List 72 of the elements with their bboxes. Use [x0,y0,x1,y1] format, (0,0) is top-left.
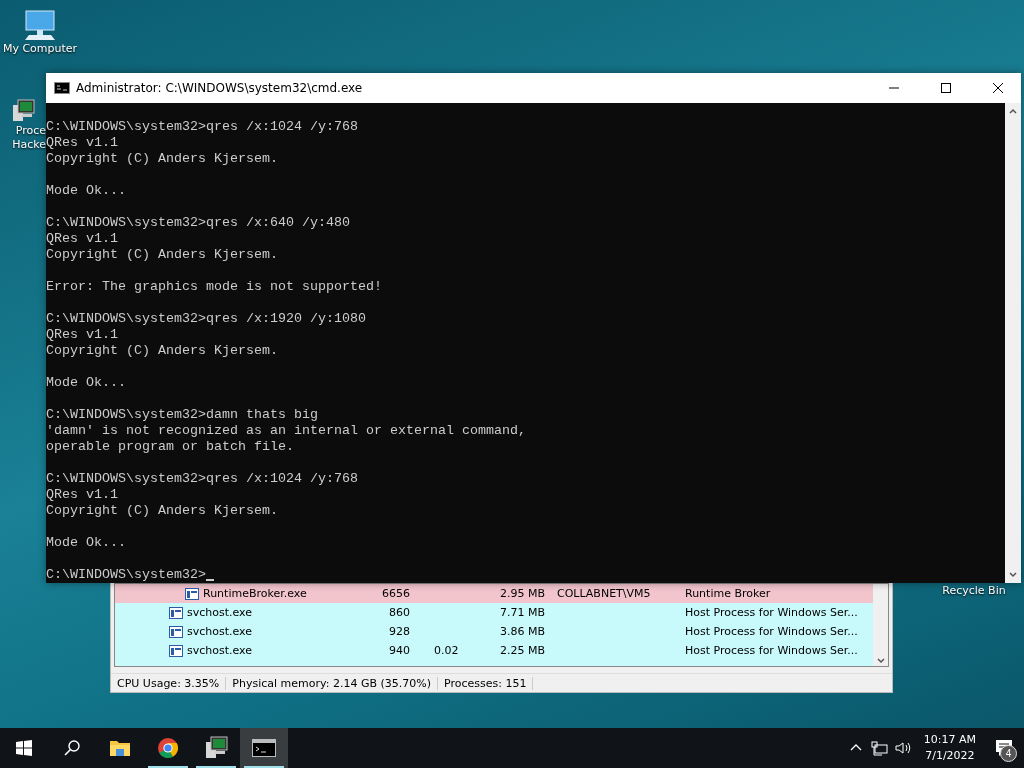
memory-cell-text: 2.95 MB [498,587,545,600]
icon-label: My Computer [2,42,78,56]
console-line: Error: The graphics mode is not supported! [46,279,383,295]
console-icon [54,82,70,94]
icon-label: Recycle Bin [942,584,1006,598]
console-line: QRes v1.1 [46,487,119,503]
description-cell-text: Host Process for Windows Ser... [685,625,859,638]
process-row[interactable]: RuntimeBroker.exe 6656 2.95 MB COLLABNET\VM5 Runtime Broker [115,584,873,603]
console-line: C:\WINDOWS\system32>qres /x:1024 /y:768 [46,471,359,487]
clock-date: 7/1/2022 [925,748,975,764]
pid-cell-text: 940 [388,644,410,657]
console-line: C:\WINDOWS\system32>qres /x:1920 /y:1080 [46,311,367,327]
pid-cell-text: 928 [388,625,410,638]
status-text: CPU Usage: 3.35% [111,676,227,690]
browser-icon [157,737,179,759]
console-line: Copyright (C) Anders Kjersem. [46,503,279,519]
console-line: Mode Ok... [46,375,127,391]
console-line: QRes v1.1 [46,327,119,343]
console-line: C:\WINDOWS\system32>damn thats big [46,407,319,423]
taskbar-app[interactable] [240,728,288,768]
pid-cell-text: 6656 [381,587,410,600]
process-name: svchost.exe [187,644,253,657]
window-icon [169,644,183,657]
console-line: QRes v1.1 [46,231,119,247]
memory-cell-text: 3.86 MB [498,625,545,638]
status-text: Physical memory: 2.14 GB (35.70%) [226,676,438,690]
console-line: Copyright (C) Anders Kjersem. [46,247,279,263]
icon-label: Proce [15,124,46,137]
search-icon [63,739,81,757]
windows-logo-icon [16,740,32,756]
window-icon [169,625,183,638]
clock[interactable]: 10:17 AM 7/1/2022 [915,732,984,764]
console-line: Copyright (C) Anders Kjersem. [46,151,279,167]
console-line: 'damn' is not recognized as an internal or external command, [46,423,527,439]
window-icon [185,587,199,600]
user-cell: COLLABNET\VM5 [557,587,651,600]
description-cell-text: Host Process for Windows Ser... [685,606,859,619]
window-icon [169,606,183,619]
console-line: C:\WINDOWS\system32>qres /x:640 /y:480 [46,215,351,231]
console-line: Copyright (C) Anders Kjersem. [46,343,279,359]
memory-cell-text: 2.25 MB [498,644,545,657]
process-name: svchost.exe [187,606,253,619]
process-name: svchost.exe [187,625,253,638]
clock-time: 10:17 AM [923,732,976,748]
console-line: QRes v1.1 [46,135,119,151]
description-cell-text: Runtime Broker [685,587,772,600]
process-row[interactable]: svchost.exe 860 7.71 MB Host Process for Windows Ser... [115,603,873,622]
maximize-icon [940,82,952,94]
memory-cell-text: 7.71 MB [498,606,545,619]
description-cell-text: Host Process for Windows Ser... [685,644,859,657]
computer-icon [23,8,57,42]
console-line: C:\WINDOWS\system32> [46,567,206,583]
console-icon [252,739,276,757]
process-row[interactable]: svchost.exe 940 0.02 2.25 MB Host Process for Windows Ser... [115,641,873,660]
notification-button[interactable]: 4 [984,728,1024,768]
console-line: Mode Ok... [46,183,127,199]
cpu-cell: 0.02 [434,644,459,657]
close-icon [992,82,1004,94]
console-line: operable program or batch file. [46,439,295,455]
process-row[interactable]: svchost.exe 928 3.86 MB Host Process for Windows Ser... [115,622,873,641]
pid-cell-text: 860 [388,606,410,619]
window-title: Administrator: C:\WINDOWS\system32\cmd.exe [76,81,364,95]
text-cursor [205,579,214,581]
process-name: RuntimeBroker.exe [203,587,307,600]
monitor-icon [203,735,229,761]
notification-count: 4 [1000,745,1017,762]
console-line: C:\WINDOWS\system32>qres /x:1024 /y:768 [46,119,359,135]
monitor-icon [10,98,36,124]
status-text: Processes: 151 [438,676,534,690]
folder-icon [109,739,131,757]
icon-label: Hacke [12,138,46,152]
console-line: Mode Ok... [46,535,127,551]
